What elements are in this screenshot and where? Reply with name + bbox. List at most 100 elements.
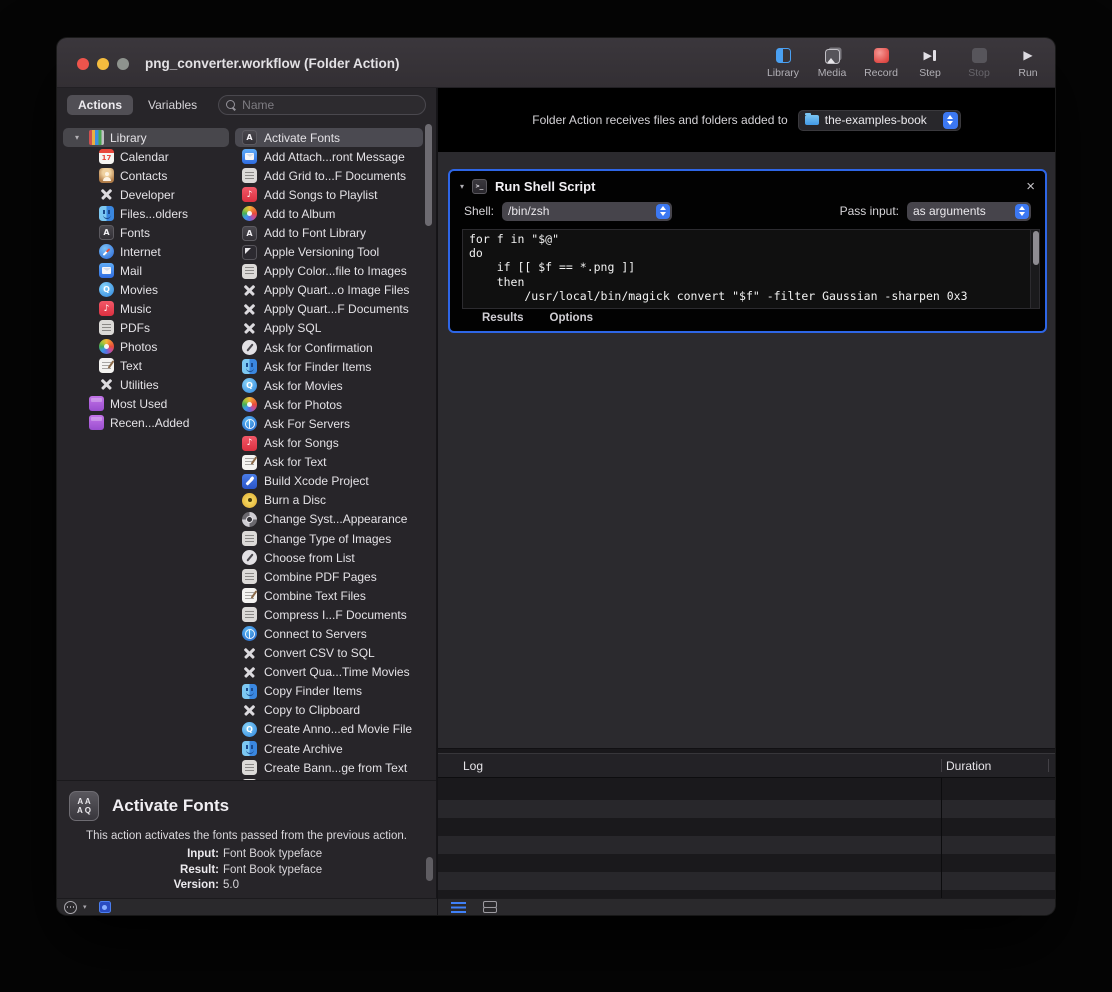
action-label: Apple Versioning Tool	[264, 245, 379, 259]
log-column-header[interactable]: Log	[463, 759, 483, 773]
action-label: Change Type of Images	[264, 532, 391, 546]
action-list-item[interactable]: Ask for Text	[233, 453, 436, 472]
detail-field: Result: Font Book typeface	[69, 864, 424, 878]
pass-input-value: as arguments	[913, 204, 986, 218]
minimize-window-button[interactable]	[97, 58, 109, 70]
zoom-window-button[interactable]	[117, 58, 129, 70]
chevron-down-icon[interactable]: ▾	[83, 903, 87, 911]
library-category[interactable]: ▾ Most Used	[63, 394, 233, 413]
disclosure-chevron-icon[interactable]: ▾	[71, 133, 83, 142]
library-category[interactable]: ▾ Mail	[63, 261, 233, 280]
action-list-item[interactable]: Ask for Songs	[233, 434, 436, 453]
category-label: Music	[120, 302, 151, 316]
action-list-item[interactable]: Change Syst...Appearance	[233, 510, 436, 529]
action-list-item[interactable]: Ask for Confirmation	[233, 338, 436, 357]
close-window-button[interactable]	[77, 58, 89, 70]
library-category[interactable]: ▾ Developer	[63, 185, 233, 204]
library-category[interactable]: ▾ Calendar	[63, 147, 233, 166]
library-category[interactable]: ▾ Photos	[63, 337, 233, 356]
toolbar-button-label: Step	[919, 67, 941, 79]
action-list-item[interactable]: Combine Text Files	[233, 586, 436, 605]
actions-list-scrollbar[interactable]	[425, 122, 433, 780]
action-list-item[interactable]: Compress I...F Documents	[233, 605, 436, 624]
action-list-item[interactable]: Apply Quart...o Image Files	[233, 281, 436, 300]
detail-field-value: Font Book typeface	[223, 848, 322, 862]
action-icon	[242, 760, 257, 775]
action-icon	[242, 416, 257, 431]
search-input[interactable]: Name	[218, 95, 426, 115]
library-category[interactable]: ▾ Contacts	[63, 166, 233, 185]
category-icon	[99, 301, 114, 316]
action-list-item[interactable]: Create Bann...ge from Text	[233, 758, 436, 777]
shell-select[interactable]: /bin/zsh	[502, 202, 672, 221]
action-list-item[interactable]: Convert CSV to SQL	[233, 644, 436, 663]
script-scrollbar[interactable]	[1030, 230, 1039, 308]
action-list-item[interactable]: Copy Finder Items	[233, 682, 436, 701]
toolbar-button[interactable]: Step	[913, 47, 947, 79]
toolbar-button[interactable]: Run	[1011, 47, 1045, 79]
action-list-item[interactable]: Ask for Movies	[233, 376, 436, 395]
sidebar-tab[interactable]: Actions	[67, 95, 133, 115]
action-list-item[interactable]: Combine PDF Pages	[233, 567, 436, 586]
detail-description: This action activates the fonts passed f…	[69, 830, 424, 842]
duration-column-header[interactable]: Duration	[946, 759, 991, 773]
toolbar-button[interactable]: Media	[815, 47, 849, 79]
collapse-chevron-icon[interactable]: ▾	[460, 182, 464, 191]
library-category[interactable]: ▾ Movies	[63, 280, 233, 299]
pass-input-select[interactable]: as arguments	[907, 202, 1031, 221]
action-list-item[interactable]: Apple Versioning Tool	[233, 243, 436, 262]
script-editor[interactable]: for f in "$@"do if [[ $f == *.png ]] the…	[462, 229, 1040, 309]
column-divider	[1048, 759, 1049, 772]
action-list-item[interactable]: Create Anno...ed Movie File	[233, 720, 436, 739]
action-list-item[interactable]: Change Type of Images	[233, 529, 436, 548]
library-category[interactable]: ▾ Utilities	[63, 375, 233, 394]
action-list-item[interactable]: Ask for Photos	[233, 395, 436, 414]
library-category[interactable]: ▾ Internet	[63, 242, 233, 261]
action-list-item[interactable]: Add Songs to Playlist	[233, 185, 436, 204]
library-category[interactable]: ▾ Files...olders	[63, 204, 233, 223]
log-box-view-button[interactable]	[483, 901, 497, 913]
library-category[interactable]: ▾ Music	[63, 299, 233, 318]
action-menu-button[interactable]	[64, 901, 77, 914]
action-list-item[interactable]: Create Archive	[233, 739, 436, 758]
shell-action-controls: Shell: /bin/zsh Pass input: as arguments	[450, 200, 1045, 222]
action-list-item[interactable]: Add Grid to...F Documents	[233, 166, 436, 185]
library-category[interactable]: ▾ Fonts	[63, 223, 233, 242]
fontbook-icon	[69, 791, 99, 821]
action-list-item[interactable]: Burn a Disc	[233, 491, 436, 510]
run-shell-script-action[interactable]: ▾ Run Shell Script × Shell: /bin/zsh Pas…	[448, 169, 1047, 333]
action-list-item[interactable]: Build Xcode Project	[233, 472, 436, 491]
toolbar-button[interactable]: Library	[766, 47, 800, 79]
sidebar-tab[interactable]: Variables	[137, 95, 208, 115]
toolbar-button[interactable]: Stop	[962, 47, 996, 79]
action-list-item[interactable]: Apply Color...file to Images	[233, 262, 436, 281]
library-category[interactable]: ▾ Library	[63, 128, 229, 147]
action-list-item[interactable]: Ask For Servers	[233, 414, 436, 433]
action-list-item[interactable]: Convert Qua...Time Movies	[233, 663, 436, 682]
action-list-item[interactable]: Choose from List	[233, 548, 436, 567]
shell-footer-tab[interactable]: Options	[550, 312, 593, 324]
library-category[interactable]: ▾ Recen...Added	[63, 413, 233, 432]
log-list-view-button[interactable]	[451, 902, 466, 913]
shell-label: Shell:	[464, 204, 494, 218]
folder-select[interactable]: the-examples-book	[798, 110, 961, 131]
library-category[interactable]: ▾ PDFs	[63, 318, 233, 337]
detail-scrollbar[interactable]	[426, 857, 433, 881]
toolbar-button[interactable]: Record	[864, 47, 898, 79]
action-list-item[interactable]: Apply Quart...F Documents	[233, 300, 436, 319]
action-list-item[interactable]: Activate Fonts	[235, 128, 423, 147]
action-list-item[interactable]: Add to Album	[233, 204, 436, 223]
action-icon	[242, 646, 257, 661]
remove-action-button[interactable]: ×	[1026, 179, 1035, 194]
action-list-item[interactable]: Ask for Finder Items	[233, 357, 436, 376]
action-label: Apply Color...file to Images	[264, 264, 407, 278]
shell-select-value: /bin/zsh	[508, 204, 549, 218]
shell-footer-tab[interactable]: Results	[482, 312, 524, 324]
action-list-item[interactable]: Apply SQL	[233, 319, 436, 338]
action-list-item[interactable]: Copy to Clipboard	[233, 701, 436, 720]
library-category[interactable]: ▾ Text	[63, 356, 233, 375]
media-browser-toggle-icon[interactable]	[99, 901, 111, 913]
action-list-item[interactable]: Connect to Servers	[233, 624, 436, 643]
action-list-item[interactable]: Add Attach...ront Message	[233, 147, 436, 166]
action-list-item[interactable]: Add to Font Library	[233, 223, 436, 242]
